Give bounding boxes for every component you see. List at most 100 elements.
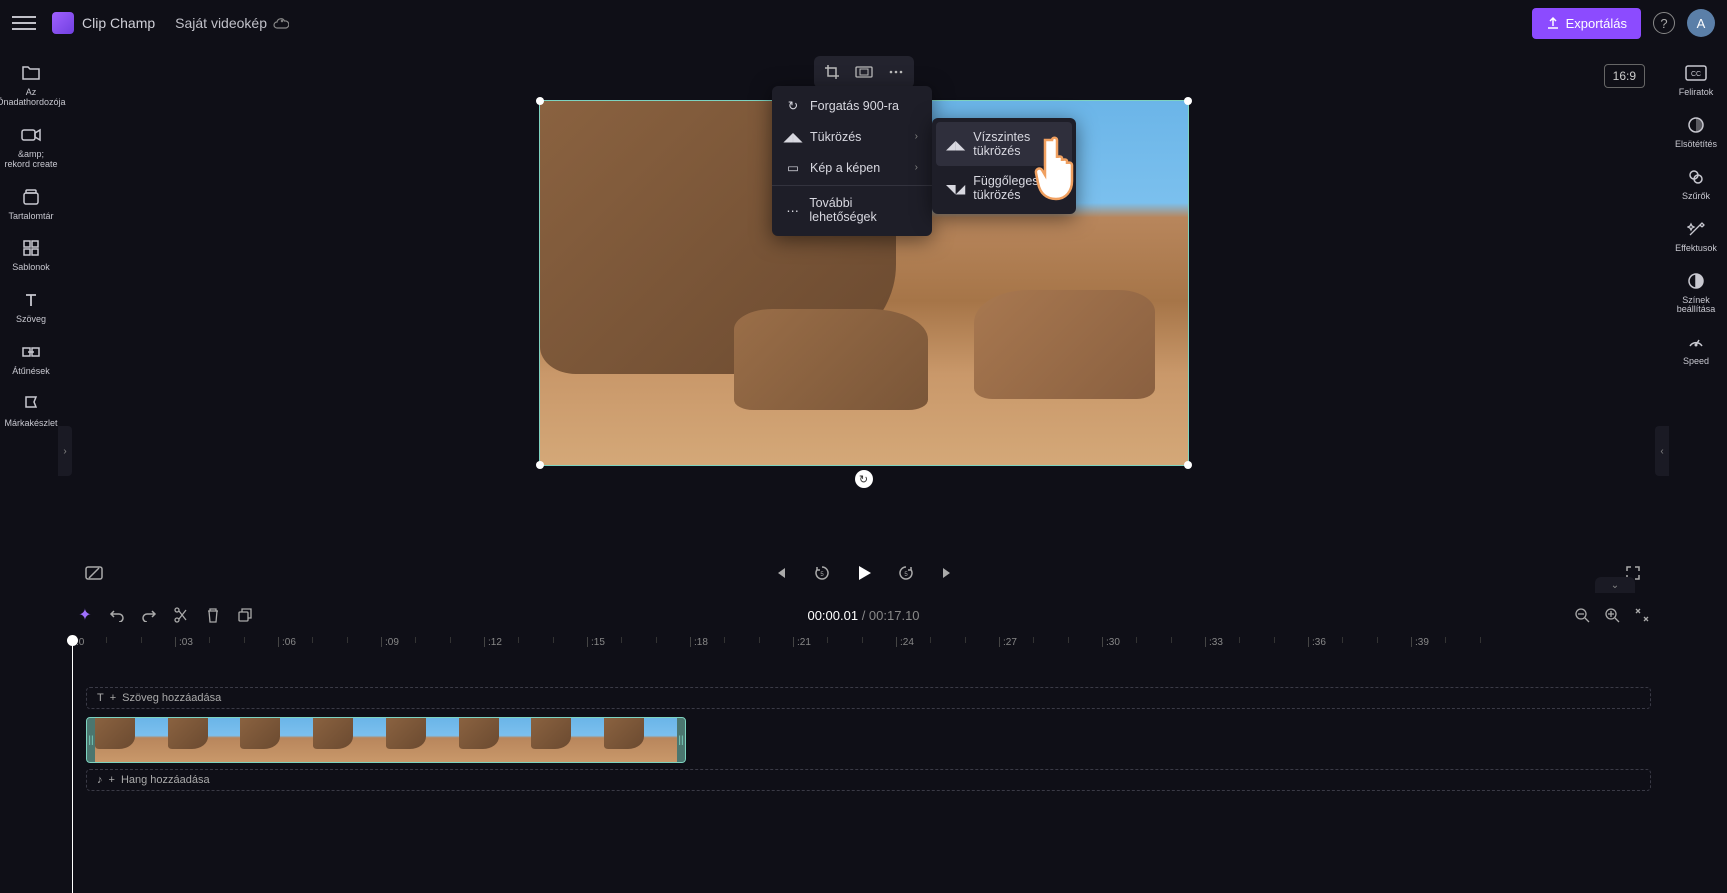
undo-button[interactable]	[108, 606, 126, 624]
ruler-label: :21	[797, 637, 811, 648]
selection-handle-bl[interactable]	[536, 461, 544, 469]
pip-icon: ▭	[786, 160, 800, 175]
selection-handle-br[interactable]	[1184, 461, 1192, 469]
delete-button[interactable]	[204, 606, 222, 624]
ai-tool-button[interactable]: ✦	[76, 606, 94, 624]
ruler-label: :03	[179, 637, 193, 648]
sidebar-item-brand[interactable]: Márkakészlet	[2, 387, 60, 439]
ruler-tick	[896, 637, 897, 647]
clip-thumbnail	[240, 718, 313, 762]
clip-handle-right[interactable]: ||	[677, 718, 685, 762]
project-name[interactable]: Saját videokép	[175, 15, 289, 31]
flip-icon: ◢◣	[786, 129, 800, 144]
hamburger-menu-button[interactable]	[12, 11, 36, 35]
ruler-label: :12	[488, 637, 502, 648]
add-text-track-button[interactable]: T + Szöveg hozzáadása	[86, 687, 1651, 709]
flip-submenu: ◢◣ Vízszintes tükrözés ◥◢ Függőleges tük…	[932, 118, 1076, 214]
filters-icon	[1685, 166, 1707, 188]
more-options-button[interactable]	[881, 59, 911, 85]
ruler-label: :06	[282, 637, 296, 648]
fade-icon	[1685, 114, 1707, 136]
rotate-handle[interactable]: ↻	[855, 470, 873, 488]
clip-thumbnail	[604, 718, 677, 762]
cloud-sync-icon	[273, 17, 289, 29]
skip-forward-button[interactable]	[936, 561, 960, 585]
aspect-ratio-button[interactable]: 16:9	[1604, 64, 1645, 88]
chevron-right-icon: ›	[915, 131, 918, 142]
video-clip[interactable]: || ||	[86, 717, 686, 763]
timeline-zoom-controls	[1573, 606, 1651, 624]
timeline-time-display: 00:00.01 / 00:17.10	[807, 608, 919, 623]
ruler-tick	[999, 637, 1000, 647]
user-avatar[interactable]: A	[1687, 9, 1715, 37]
ruler-label: :27	[1003, 637, 1017, 648]
brand-icon	[20, 393, 42, 415]
app-header: Clip Champ Saját videokép Exportálás ? A	[0, 0, 1727, 46]
transitions-icon	[20, 341, 42, 363]
ruler-label: :24	[900, 637, 914, 648]
upload-icon	[1546, 16, 1560, 30]
zoom-out-button[interactable]	[1573, 606, 1591, 624]
selection-handle-tr[interactable]	[1184, 97, 1192, 105]
export-button-label: Exportálás	[1566, 16, 1627, 31]
duplicate-button[interactable]	[236, 606, 254, 624]
timeline-area: ⌄ ✦ 00:00.01 / 00:17.10 :0:03:06:09:12:1…	[62, 593, 1665, 893]
timeline-ruler[interactable]: :0:03:06:09:12:15:18:21:24:27:30:33:36:3…	[72, 637, 1665, 663]
clip-thumbnail	[531, 718, 604, 762]
play-button[interactable]	[852, 561, 876, 585]
redo-button[interactable]	[140, 606, 158, 624]
ruler-label: :36	[1312, 637, 1326, 648]
crop-button[interactable]	[817, 59, 847, 85]
effects-icon	[1685, 218, 1707, 240]
rightbar-item-filters[interactable]: Szűrők	[1667, 160, 1725, 212]
text-track-row: T + Szöveg hozzáadása	[72, 687, 1665, 711]
selection-handle-tl[interactable]	[536, 97, 544, 105]
rewind-button[interactable]: 5	[810, 561, 834, 585]
ctx-rotate[interactable]: ↻ Forgatás 900-ra	[772, 90, 932, 121]
forward-button[interactable]: 5	[894, 561, 918, 585]
clip-thumbnail	[95, 718, 168, 762]
sidebar-item-library[interactable]: Tartalomtár	[2, 180, 60, 232]
ruler-tick	[484, 637, 485, 647]
rightbar-item-colors[interactable]: Színek beállítása	[1667, 264, 1725, 326]
context-menu: ↻ Forgatás 900-ra ◢◣ Tükrözés › ▭ Kép a …	[772, 86, 932, 236]
zoom-in-button[interactable]	[1603, 606, 1621, 624]
sidebar-item-transitions[interactable]: Átűnések	[2, 335, 60, 387]
rightbar-item-fade[interactable]: Elsötétítés	[1667, 108, 1725, 160]
clip-thumbnail	[459, 718, 532, 762]
rightbar-item-speed[interactable]: Speed	[1667, 325, 1725, 377]
plus-icon: +	[110, 692, 116, 704]
sidebar-item-record[interactable]: &amp; rekord create	[2, 118, 60, 180]
camera-icon	[20, 124, 42, 146]
rightbar-item-effects[interactable]: Effektusok	[1667, 212, 1725, 264]
video-track-row: || ||	[72, 717, 1665, 763]
ctx-flip[interactable]: ◢◣ Tükrözés ›	[772, 121, 932, 152]
duration-time: 00:17.10	[869, 608, 920, 623]
submenu-flip-horizontal[interactable]: ◢◣ Vízszintes tükrözés	[936, 122, 1072, 166]
skip-back-button[interactable]	[768, 561, 792, 585]
ruler-tick	[1308, 637, 1309, 647]
split-button[interactable]	[172, 606, 190, 624]
text-icon	[20, 289, 42, 311]
hide-preview-button[interactable]	[82, 561, 106, 585]
submenu-flip-vertical[interactable]: ◥◢ Függőleges tükrözés	[936, 166, 1072, 210]
plus-icon: +	[109, 774, 115, 786]
svg-text:5: 5	[904, 572, 908, 578]
ctx-pip[interactable]: ▭ Kép a képen ›	[772, 152, 932, 183]
sidebar-item-templates[interactable]: Sablonok	[2, 231, 60, 283]
timeline-collapse-button[interactable]: ⌄	[1595, 577, 1635, 593]
help-button[interactable]: ?	[1653, 12, 1675, 34]
fit-button[interactable]	[849, 59, 879, 85]
clip-thumbnail	[313, 718, 386, 762]
rotate-icon: ↻	[786, 98, 800, 113]
sidebar-item-media[interactable]: Az Önadathordozója	[2, 56, 60, 118]
zoom-fit-button[interactable]	[1633, 606, 1651, 624]
ruler-tick	[381, 637, 382, 647]
ctx-more[interactable]: ⋯ További lehetőségek	[772, 188, 932, 232]
clip-handle-left[interactable]: ||	[87, 718, 95, 762]
rightbar-item-captions[interactable]: CC Feliratok	[1667, 56, 1725, 108]
playhead[interactable]	[72, 637, 73, 893]
add-audio-track-button[interactable]: ♪ + Hang hozzáadása	[86, 769, 1651, 791]
export-button[interactable]: Exportálás	[1532, 8, 1641, 39]
sidebar-item-text[interactable]: Szöveg	[2, 283, 60, 335]
